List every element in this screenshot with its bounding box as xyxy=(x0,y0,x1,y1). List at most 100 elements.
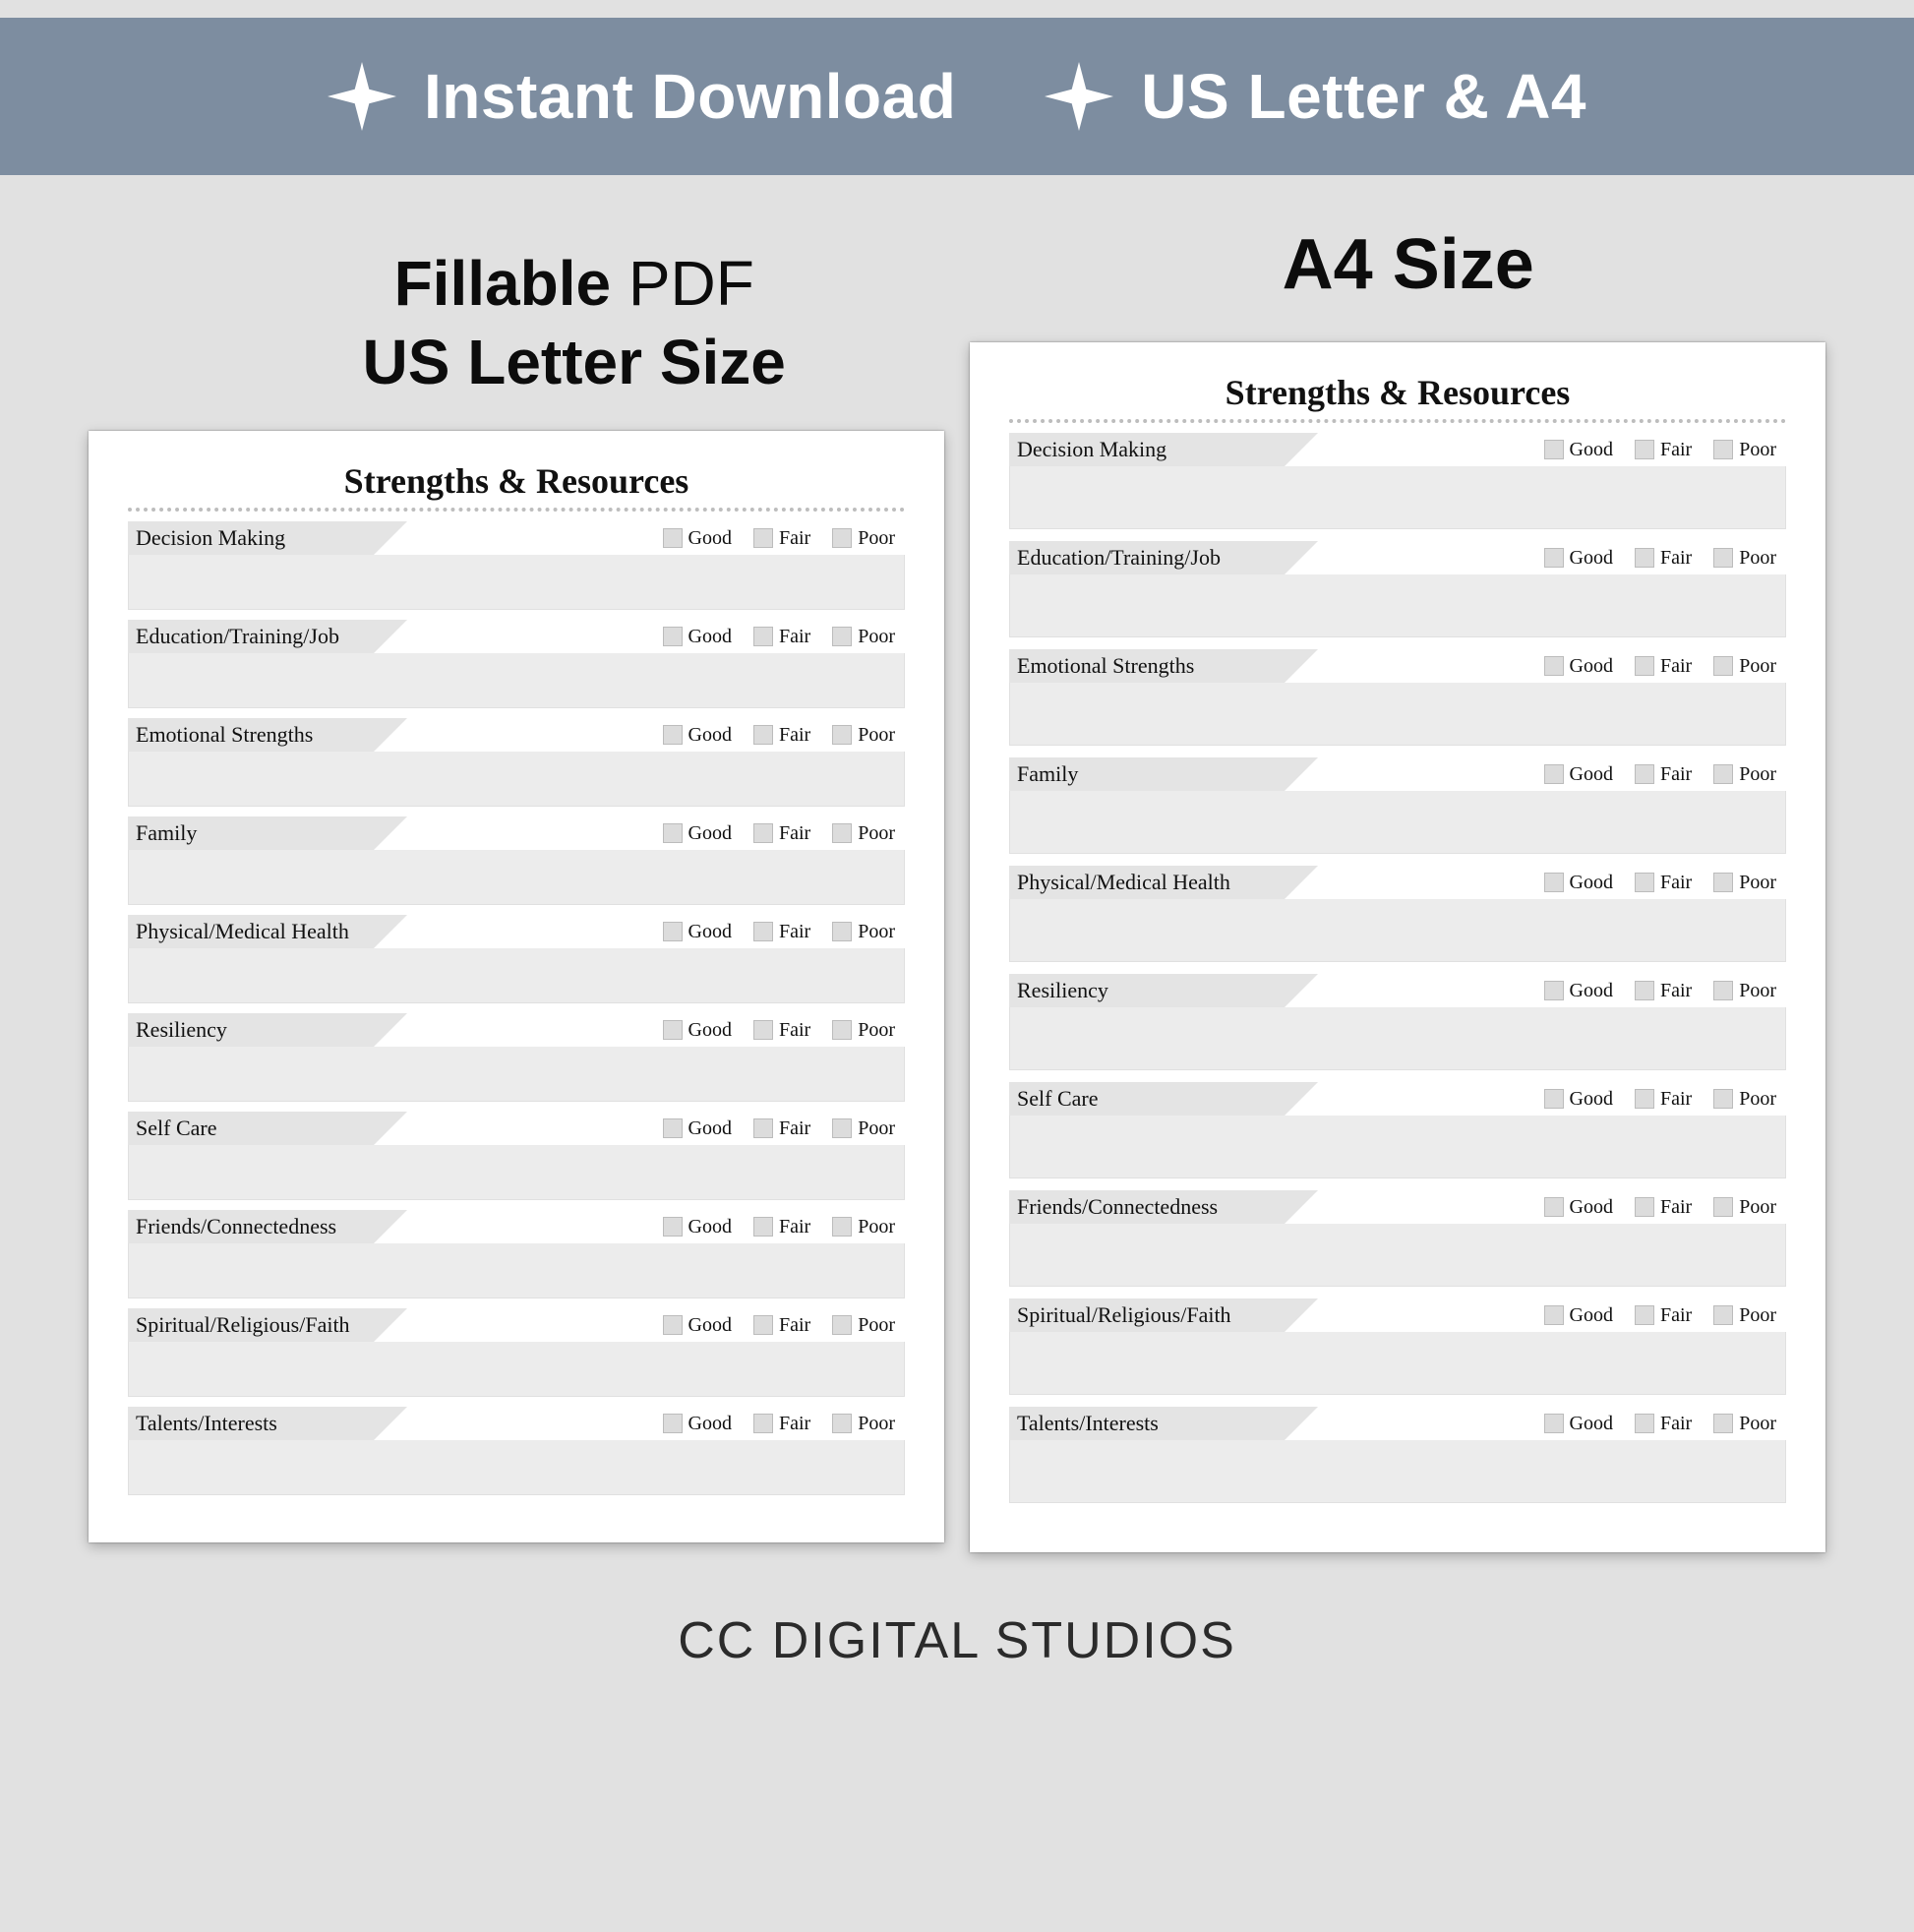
checkbox-good[interactable] xyxy=(663,823,683,843)
rating-fair: Fair xyxy=(753,1117,810,1140)
checkbox-poor[interactable] xyxy=(832,528,852,548)
rating-good: Good xyxy=(663,527,732,550)
rating-poor: Poor xyxy=(832,1314,895,1337)
checkbox-poor[interactable] xyxy=(1713,440,1733,459)
checkbox-poor[interactable] xyxy=(832,1217,852,1237)
note-area[interactable] xyxy=(128,752,905,807)
rating-poor: Poor xyxy=(832,626,895,648)
section-education-training-job: Education/Training/JobGoodFairPoor xyxy=(128,620,905,708)
checkbox-fair[interactable] xyxy=(1635,548,1654,568)
checkbox-good[interactable] xyxy=(1544,1305,1564,1325)
note-area[interactable] xyxy=(128,1145,905,1200)
rating-label: Poor xyxy=(858,527,895,550)
note-area[interactable] xyxy=(128,1047,905,1102)
checkbox-poor[interactable] xyxy=(832,922,852,941)
banner-text: US Letter & A4 xyxy=(1141,60,1586,133)
note-area[interactable] xyxy=(128,1243,905,1298)
checkbox-poor[interactable] xyxy=(1713,981,1733,1000)
category-label: Talents/Interests xyxy=(1009,1407,1285,1440)
rating-label: Good xyxy=(1570,1088,1613,1111)
note-area[interactable] xyxy=(128,948,905,1003)
note-area[interactable] xyxy=(1009,1440,1786,1503)
checkbox-poor[interactable] xyxy=(832,1315,852,1335)
checkbox-fair[interactable] xyxy=(1635,656,1654,676)
checkbox-good[interactable] xyxy=(663,725,683,745)
page-title: Strengths & Resources xyxy=(1009,372,1786,413)
checkbox-good[interactable] xyxy=(1544,548,1564,568)
note-area[interactable] xyxy=(128,850,905,905)
rating-fair: Fair xyxy=(1635,1088,1692,1111)
checkbox-poor[interactable] xyxy=(1713,1089,1733,1109)
checkbox-poor[interactable] xyxy=(832,1414,852,1433)
note-area[interactable] xyxy=(1009,574,1786,637)
checkbox-good[interactable] xyxy=(1544,873,1564,892)
rating-label: Fair xyxy=(779,1216,810,1238)
checkbox-fair[interactable] xyxy=(1635,1414,1654,1433)
checkbox-good[interactable] xyxy=(663,528,683,548)
note-area[interactable] xyxy=(128,653,905,708)
rating-good: Good xyxy=(663,822,732,845)
checkbox-fair[interactable] xyxy=(1635,1197,1654,1217)
checkbox-fair[interactable] xyxy=(753,627,773,646)
checkbox-poor[interactable] xyxy=(1713,1414,1733,1433)
checkbox-fair[interactable] xyxy=(753,1414,773,1433)
checkbox-fair[interactable] xyxy=(1635,873,1654,892)
note-area[interactable] xyxy=(128,1342,905,1397)
rating-label: Good xyxy=(1570,763,1613,786)
note-area[interactable] xyxy=(128,1440,905,1495)
checkbox-fair[interactable] xyxy=(753,1118,773,1138)
checkbox-fair[interactable] xyxy=(1635,764,1654,784)
checkbox-fair[interactable] xyxy=(1635,981,1654,1000)
category-label: Resiliency xyxy=(128,1013,374,1047)
checkbox-good[interactable] xyxy=(663,1315,683,1335)
checkbox-fair[interactable] xyxy=(753,1315,773,1335)
checkbox-poor[interactable] xyxy=(1713,764,1733,784)
note-area[interactable] xyxy=(1009,1224,1786,1287)
checkbox-fair[interactable] xyxy=(1635,1305,1654,1325)
checkbox-fair[interactable] xyxy=(753,1020,773,1040)
checkbox-good[interactable] xyxy=(1544,1089,1564,1109)
checkbox-poor[interactable] xyxy=(1713,873,1733,892)
rating-label: Good xyxy=(1570,439,1613,461)
checkbox-fair[interactable] xyxy=(753,922,773,941)
checkbox-fair[interactable] xyxy=(753,823,773,843)
note-area[interactable] xyxy=(1009,1007,1786,1070)
ratings-group: GoodFairPoor xyxy=(1544,980,1786,1002)
checkbox-good[interactable] xyxy=(1544,1197,1564,1217)
checkbox-good[interactable] xyxy=(1544,440,1564,459)
checkbox-poor[interactable] xyxy=(1713,1197,1733,1217)
note-area[interactable] xyxy=(1009,1332,1786,1395)
checkbox-fair[interactable] xyxy=(753,528,773,548)
note-area[interactable] xyxy=(1009,899,1786,962)
checkbox-poor[interactable] xyxy=(832,823,852,843)
checkbox-poor[interactable] xyxy=(832,725,852,745)
checkbox-good[interactable] xyxy=(1544,981,1564,1000)
rating-fair: Fair xyxy=(753,1314,810,1337)
checkbox-good[interactable] xyxy=(663,1118,683,1138)
note-area[interactable] xyxy=(1009,791,1786,854)
checkbox-poor[interactable] xyxy=(832,1020,852,1040)
note-area[interactable] xyxy=(128,555,905,610)
checkbox-good[interactable] xyxy=(663,627,683,646)
rating-poor: Poor xyxy=(832,822,895,845)
checkbox-poor[interactable] xyxy=(1713,1305,1733,1325)
checkbox-good[interactable] xyxy=(1544,764,1564,784)
checkbox-good[interactable] xyxy=(1544,1414,1564,1433)
checkbox-poor[interactable] xyxy=(1713,656,1733,676)
checkbox-good[interactable] xyxy=(663,1217,683,1237)
checkbox-poor[interactable] xyxy=(1713,548,1733,568)
checkbox-poor[interactable] xyxy=(832,1118,852,1138)
checkbox-fair[interactable] xyxy=(753,725,773,745)
note-area[interactable] xyxy=(1009,1116,1786,1178)
checkbox-good[interactable] xyxy=(1544,656,1564,676)
checkbox-fair[interactable] xyxy=(1635,1089,1654,1109)
checkbox-fair[interactable] xyxy=(1635,440,1654,459)
checkbox-fair[interactable] xyxy=(753,1217,773,1237)
checkbox-poor[interactable] xyxy=(832,627,852,646)
checkbox-good[interactable] xyxy=(663,1020,683,1040)
note-area[interactable] xyxy=(1009,466,1786,529)
checkbox-good[interactable] xyxy=(663,922,683,941)
rating-good: Good xyxy=(1544,1088,1613,1111)
note-area[interactable] xyxy=(1009,683,1786,746)
checkbox-good[interactable] xyxy=(663,1414,683,1433)
